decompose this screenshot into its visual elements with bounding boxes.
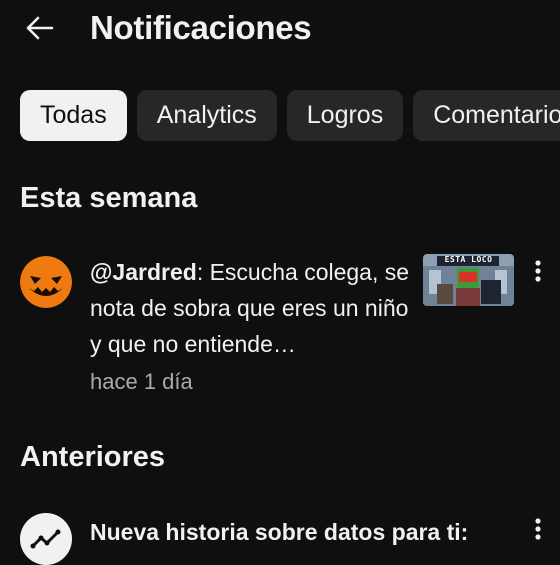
chip-comentarios[interactable]: Comentarios — [413, 90, 560, 141]
pumpkin-avatar[interactable] — [20, 256, 72, 308]
more-vert-icon — [535, 260, 541, 282]
more-options-button[interactable] — [526, 256, 550, 290]
trend-line-icon — [30, 529, 61, 549]
app-header: Notificaciones — [0, 0, 560, 60]
comment-author-handle: @Jardred — [90, 259, 197, 285]
page-title: Notificaciones — [90, 9, 312, 46]
filter-chip-bar: TodasAnalyticsLogrosComentarios — [20, 90, 560, 141]
analytics-trend-avatar[interactable] — [20, 513, 72, 565]
chip-todas[interactable]: Todas — [20, 90, 127, 141]
more-options-button[interactable] — [526, 514, 550, 548]
pumpkin-icon — [20, 256, 72, 308]
notification-message: Nueva historia sobre datos para ti: — [90, 519, 469, 545]
section-title-this-week: Esta semana — [20, 182, 198, 214]
chip-logros[interactable]: Logros — [286, 90, 404, 141]
back-button[interactable] — [22, 10, 58, 46]
notification-time: hace 1 día — [90, 369, 193, 394]
arrow-left-icon — [26, 16, 54, 40]
video-thumbnail[interactable]: ESTA LOCO — [423, 254, 514, 306]
chip-analytics[interactable]: Analytics — [136, 90, 277, 141]
section-title-older: Anteriores — [20, 441, 166, 473]
more-vert-icon — [535, 518, 541, 540]
thumbnail-caption: ESTA LOCO — [444, 255, 493, 264]
notification-message: @Jardred: Escucha colega, se nota de sob… — [90, 254, 410, 362]
